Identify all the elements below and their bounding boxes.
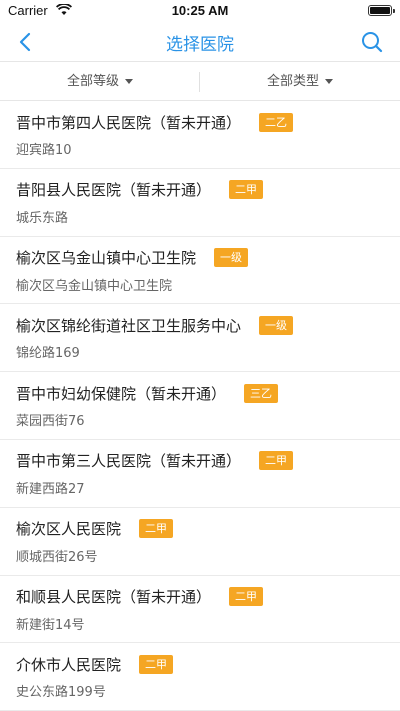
hospital-level-badge: 二乙 bbox=[259, 112, 294, 132]
hospital-name: 榆次区乌金山镇中心卫生院 bbox=[16, 249, 197, 268]
hospital-name: 晋中市第四人民医院（暂未开通） bbox=[16, 113, 242, 132]
clock: 10:25 AM bbox=[171, 3, 229, 18]
hospital-list-item[interactable]: 晋中市第三人民医院（暂未开通） 二甲 新建西路27 bbox=[0, 440, 400, 508]
hospital-name: 榆次区人民医院 bbox=[16, 520, 122, 539]
hospital-list-item[interactable]: 榆次区人民医院 二甲 顺城西街26号 bbox=[0, 508, 400, 576]
hospital-name: 榆次区锦纶街道社区卫生服务中心 bbox=[16, 316, 242, 335]
hospital-list-item[interactable]: 晋中市第四人民医院（暂未开通） 二乙 迎宾路10 bbox=[0, 101, 400, 169]
hospital-address: 菜园西街76 bbox=[16, 414, 85, 430]
type-filter-dropdown[interactable]: 全部类型 bbox=[200, 63, 400, 101]
hospital-list-item[interactable]: 和顺县人民医院（暂未开通） 二甲 新建街14号 bbox=[0, 576, 400, 644]
hospital-name: 晋中市妇幼保健院（暂未开通） bbox=[16, 384, 227, 403]
hospital-name: 晋中市第三人民医院（暂未开通） bbox=[16, 452, 242, 471]
battery-icon bbox=[368, 5, 395, 16]
hospital-address: 城乐东路 bbox=[16, 210, 69, 226]
hospital-name: 昔阳县人民医院（暂未开通） bbox=[16, 181, 212, 200]
nav-bar: 选择医院 bbox=[0, 22, 400, 62]
hospital-list: 晋中市第四人民医院（暂未开通） 二乙 迎宾路10 昔阳县人民医院（暂未开通） 二… bbox=[0, 101, 400, 711]
page-title: 选择医院 bbox=[166, 35, 234, 55]
hospital-level-badge: 二甲 bbox=[259, 451, 294, 471]
hospital-name: 介休市人民医院 bbox=[16, 655, 122, 674]
hospital-address: 迎宾路10 bbox=[16, 143, 72, 158]
hospital-list-item[interactable]: 榆次区锦纶街道社区卫生服务中心 一级 锦纶路169 bbox=[0, 304, 400, 373]
type-filter-label: 全部类型 bbox=[266, 74, 319, 89]
hospital-address: 新建西路27 bbox=[16, 481, 85, 497]
hospital-address: 锦纶路169 bbox=[16, 346, 80, 362]
level-filter-label: 全部等级 bbox=[66, 74, 119, 89]
hospital-address: 顺城西街26号 bbox=[16, 549, 98, 565]
hospital-level-badge: 二甲 bbox=[229, 587, 264, 607]
hospital-address: 新建街14号 bbox=[16, 617, 85, 633]
hospital-list-item[interactable]: 榆次区乌金山镇中心卫生院 一级 榆次区乌金山镇中心卫生院 bbox=[0, 237, 400, 305]
filter-bar: 全部等级 全部类型 bbox=[0, 63, 400, 101]
hospital-level-badge: 一级 bbox=[214, 248, 249, 268]
caret-down-icon bbox=[125, 79, 133, 84]
hospital-level-badge: 二甲 bbox=[139, 654, 174, 674]
hospital-level-badge: 一级 bbox=[259, 315, 294, 335]
hospital-level-badge: 二甲 bbox=[229, 180, 264, 200]
hospital-address: 榆次区乌金山镇中心卫生院 bbox=[16, 278, 173, 294]
level-filter-dropdown[interactable]: 全部等级 bbox=[0, 63, 200, 101]
hospital-level-badge: 三乙 bbox=[244, 383, 279, 403]
hospital-list-item[interactable]: 介休市人民医院 二甲 史公东路199号 bbox=[0, 643, 400, 711]
hospital-name: 和顺县人民医院（暂未开通） bbox=[16, 588, 212, 607]
hospital-list-item[interactable]: 昔阳县人民医院（暂未开通） 二甲 城乐东路 bbox=[0, 169, 400, 237]
status-bar: Carrier 10:25 AM bbox=[0, 0, 400, 22]
hospital-level-badge: 二甲 bbox=[139, 519, 174, 539]
hospital-address: 史公东路199号 bbox=[16, 685, 106, 701]
search-icon[interactable] bbox=[358, 28, 386, 56]
caret-down-icon bbox=[325, 79, 333, 84]
hospital-list-item[interactable]: 晋中市妇幼保健院（暂未开通） 三乙 菜园西街76 bbox=[0, 372, 400, 440]
